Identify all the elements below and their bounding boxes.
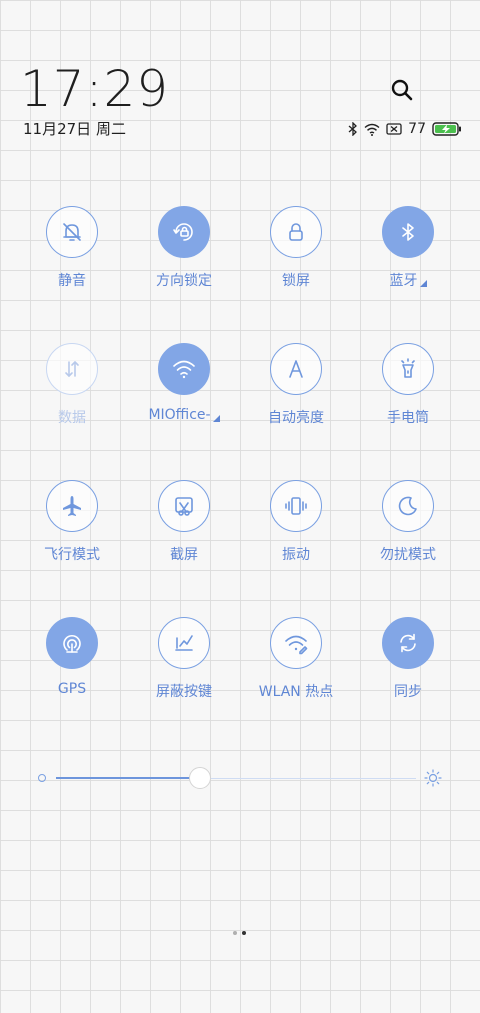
quick-tile-label-text: 自动亮度 — [268, 410, 324, 426]
gps-icon[interactable] — [46, 617, 98, 669]
expand-arrow-icon[interactable] — [212, 414, 220, 422]
quick-tile-label: 截屏 — [170, 544, 198, 564]
quick-tile-label-text: 数据 — [58, 410, 86, 426]
block-keys-icon[interactable] — [158, 617, 210, 669]
quick-tile-mute-bell[interactable]: 静音 — [16, 206, 128, 326]
quick-tile-label-text: MIOffice- — [148, 407, 211, 423]
mobile-data-icon[interactable] — [46, 343, 98, 395]
moon-icon[interactable] — [382, 480, 434, 532]
quick-tile-label-text: 锁屏 — [282, 273, 310, 289]
quick-tile-label: WLAN 热点 — [259, 681, 333, 701]
search-icon[interactable] — [390, 78, 414, 102]
vibrate-icon[interactable] — [270, 480, 322, 532]
quick-tile-mobile-data[interactable]: 数据 — [16, 343, 128, 463]
quick-tile-label-text: 同步 — [394, 684, 422, 700]
page-indicator — [233, 931, 246, 935]
quick-tile-label-text: 截屏 — [170, 547, 198, 563]
battery-charging-icon — [432, 122, 462, 136]
quick-tile-label: 数据 — [58, 407, 86, 427]
quick-tile-label: 静音 — [58, 270, 86, 290]
battery-percent: 77 — [408, 121, 426, 137]
quick-tile-gps[interactable]: GPS — [16, 617, 128, 737]
quick-tile-flashlight[interactable]: 手电筒 — [352, 343, 464, 463]
quick-tile-label-text: GPS — [57, 681, 87, 697]
mute-bell-icon[interactable] — [46, 206, 98, 258]
screenshot-icon[interactable] — [158, 480, 210, 532]
airplane-icon[interactable] — [46, 480, 98, 532]
sync-icon[interactable] — [382, 617, 434, 669]
quick-tile-label-text: 蓝牙 — [389, 273, 418, 289]
auto-brightness-icon[interactable] — [270, 343, 322, 395]
quick-tile-label-text: WLAN 热点 — [258, 684, 334, 700]
brightness-low-icon — [38, 774, 46, 782]
rotation-lock-icon[interactable] — [158, 206, 210, 258]
quick-tile-label: 自动亮度 — [268, 407, 324, 427]
quick-tile-bluetooth[interactable]: 蓝牙 — [352, 206, 464, 326]
date-label[interactable]: 11月27日 周二 — [23, 118, 126, 139]
page-dot[interactable] — [242, 931, 246, 935]
expand-arrow-icon[interactable] — [419, 279, 427, 287]
quick-tile-sync[interactable]: 同步 — [352, 617, 464, 737]
clock-time[interactable]: 17:29 — [20, 60, 169, 118]
hotspot-icon[interactable] — [270, 617, 322, 669]
quick-tile-rotation-lock[interactable]: 方向锁定 — [128, 206, 240, 326]
quick-tile-label: 屏蔽按键 — [156, 681, 212, 701]
quick-tile-label: 同步 — [394, 681, 422, 701]
quick-tile-vibrate[interactable]: 振动 — [240, 480, 352, 600]
bluetooth-status-icon — [348, 122, 358, 136]
quick-tile-lock[interactable]: 锁屏 — [240, 206, 352, 326]
quick-tile-label-text: 方向锁定 — [156, 273, 212, 289]
quick-tile-label: GPS — [58, 681, 86, 697]
bluetooth-icon[interactable] — [382, 206, 434, 258]
quick-tile-label: 手电筒 — [387, 407, 429, 427]
brightness-slider-thumb[interactable] — [189, 767, 211, 789]
quick-tile-label: 方向锁定 — [156, 270, 212, 290]
quick-tile-auto-brightness[interactable]: 自动亮度 — [240, 343, 352, 463]
quick-tile-airplane[interactable]: 飞行模式 — [16, 480, 128, 600]
quick-tile-label-text: 屏蔽按键 — [156, 684, 212, 700]
brightness-high-icon — [424, 769, 442, 787]
quick-tile-label: 蓝牙 — [390, 270, 427, 290]
wifi-icon[interactable] — [158, 343, 210, 395]
quick-tile-label: 飞行模式 — [44, 544, 100, 564]
quick-tile-wifi[interactable]: MIOffice- — [128, 343, 240, 463]
quick-tile-label: MIOffice- — [148, 407, 220, 423]
quick-tile-label: 勿扰模式 — [380, 544, 436, 564]
quick-tile-block-keys[interactable]: 屏蔽按键 — [128, 617, 240, 737]
wifi-status-icon — [364, 123, 380, 136]
quick-tile-screenshot[interactable]: 截屏 — [128, 480, 240, 600]
lock-icon[interactable] — [270, 206, 322, 258]
quick-tile-hotspot[interactable]: WLAN 热点 — [240, 617, 352, 737]
page-dot[interactable] — [233, 931, 237, 935]
no-sim-icon — [386, 123, 402, 135]
quick-tile-label-text: 勿扰模式 — [380, 547, 436, 563]
quick-tile-label-text: 静音 — [58, 273, 86, 289]
quick-tile-label-text: 振动 — [282, 547, 310, 563]
quick-tile-label: 振动 — [282, 544, 310, 564]
brightness-slider-fill — [56, 777, 200, 779]
quick-tile-moon[interactable]: 勿扰模式 — [352, 480, 464, 600]
quick-tile-label: 锁屏 — [282, 270, 310, 290]
status-bar: 77 — [348, 120, 462, 138]
quick-tile-label-text: 手电筒 — [387, 410, 429, 426]
quick-tile-label-text: 飞行模式 — [44, 547, 100, 563]
flashlight-icon[interactable] — [382, 343, 434, 395]
